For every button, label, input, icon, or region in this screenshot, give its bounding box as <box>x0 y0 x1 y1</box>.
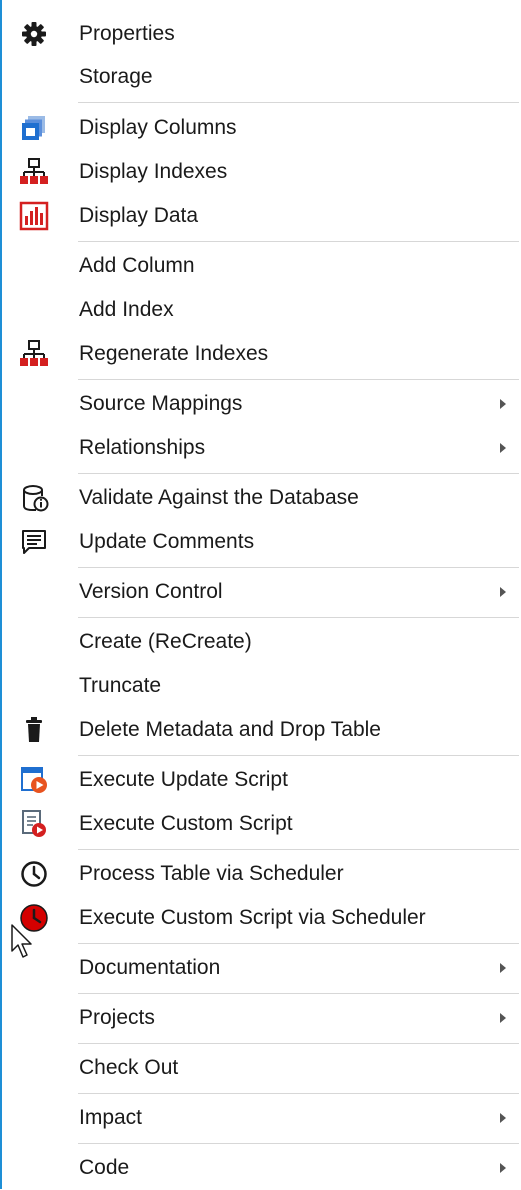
display-columns-icon <box>22 116 45 140</box>
submenu-arrow-icon <box>500 1013 506 1023</box>
menu-separator <box>78 1143 519 1144</box>
menu-item-validate-against-database[interactable]: Validate Against the Database <box>2 476 521 520</box>
menu-item-create-recreate[interactable]: Create (ReCreate) <box>2 620 521 664</box>
menu-item-label: Regenerate Indexes <box>79 342 269 365</box>
menu-item-label: Execute Update Script <box>79 768 288 791</box>
menu-separator <box>78 379 519 380</box>
menu-item-label: Version Control <box>79 580 223 603</box>
submenu-arrow-icon <box>500 399 506 409</box>
menu-item-display-data[interactable]: Display Data <box>2 194 521 238</box>
menu-separator <box>78 1093 519 1094</box>
menu-item-add-column[interactable]: Add Column <box>2 244 521 288</box>
menu-item-label: Add Index <box>79 298 174 321</box>
menu-item-label: Delete Metadata and Drop Table <box>79 718 381 741</box>
menu-item-label: Add Column <box>79 254 195 277</box>
menu-item-label: Relationships <box>79 436 206 459</box>
context-menu: Properties Storage Display Columns Displ… <box>0 0 521 1189</box>
menu-item-label: Storage <box>79 65 153 88</box>
menu-item-regenerate-indexes[interactable]: Regenerate Indexes <box>2 332 521 376</box>
menu-item-impact[interactable]: Impact <box>2 1096 521 1140</box>
menu-item-code[interactable]: Code <box>2 1146 521 1190</box>
submenu-arrow-icon <box>500 587 506 597</box>
menu-item-properties[interactable]: Properties <box>2 12 521 56</box>
menu-item-truncate[interactable]: Truncate <box>2 664 521 708</box>
menu-separator <box>78 755 519 756</box>
menu-item-label: Truncate <box>79 674 162 697</box>
submenu-arrow-icon <box>500 443 506 453</box>
menu-item-label: Display Indexes <box>79 160 228 183</box>
comment-icon <box>22 530 46 554</box>
menu-item-process-table-via-scheduler[interactable]: Process Table via Scheduler <box>2 852 521 896</box>
menu-item-delete-metadata-drop-table[interactable]: Delete Metadata and Drop Table <box>2 708 521 752</box>
menu-separator <box>78 943 519 944</box>
menu-item-label: Update Comments <box>79 530 255 553</box>
menu-item-display-columns[interactable]: Display Columns <box>2 106 521 150</box>
indexes-hierarchy-icon <box>20 340 48 366</box>
menu-item-label: Documentation <box>79 956 221 979</box>
submenu-arrow-icon <box>500 963 506 973</box>
menu-item-label: Create (ReCreate) <box>79 630 252 653</box>
menu-separator <box>78 241 519 242</box>
menu-separator <box>78 567 519 568</box>
menu-separator <box>78 473 519 474</box>
menu-item-label: Validate Against the Database <box>79 486 359 509</box>
menu-item-update-comments[interactable]: Update Comments <box>2 520 521 564</box>
database-validate-icon <box>23 485 49 512</box>
menu-item-storage[interactable]: Storage <box>2 55 521 99</box>
menu-item-label: Display Data <box>79 204 199 227</box>
menu-item-execute-update-script[interactable]: Execute Update Script <box>2 758 521 802</box>
mouse-pointer-icon <box>11 924 32 958</box>
menu-item-label: Source Mappings <box>79 392 243 415</box>
gear-icon <box>22 22 46 46</box>
menu-separator <box>78 617 519 618</box>
menu-item-execute-custom-script-via-scheduler[interactable]: Execute Custom Script via Scheduler <box>2 896 521 940</box>
menu-item-projects[interactable]: Projects <box>2 996 521 1040</box>
menu-item-check-out[interactable]: Check Out <box>2 1046 521 1090</box>
menu-item-relationships[interactable]: Relationships <box>2 426 521 470</box>
menu-separator <box>78 849 519 850</box>
menu-item-source-mappings[interactable]: Source Mappings <box>2 382 521 426</box>
menu-item-version-control[interactable]: Version Control <box>2 570 521 614</box>
menu-item-label: Check Out <box>79 1056 179 1079</box>
bar-data-icon <box>19 201 49 231</box>
menu-item-label: Execute Custom Script <box>79 812 293 835</box>
menu-item-label: Display Columns <box>79 116 237 139</box>
menu-item-label: Execute Custom Script via Scheduler <box>79 906 426 929</box>
indexes-hierarchy-icon <box>20 158 48 184</box>
menu-item-label: Process Table via Scheduler <box>79 862 344 885</box>
menu-item-label: Properties <box>79 22 175 45</box>
menu-separator <box>78 1043 519 1044</box>
submenu-arrow-icon <box>500 1113 506 1123</box>
menu-item-label: Projects <box>79 1006 155 1029</box>
execute-update-script-icon <box>21 767 47 793</box>
menu-item-documentation[interactable]: Documentation <box>2 946 521 990</box>
menu-separator <box>78 102 519 103</box>
menu-item-execute-custom-script[interactable]: Execute Custom Script <box>2 802 521 846</box>
menu-item-label: Impact <box>79 1106 143 1129</box>
submenu-arrow-icon <box>500 1163 506 1173</box>
menu-item-add-index[interactable]: Add Index <box>2 288 521 332</box>
menu-separator <box>78 993 519 994</box>
clock-icon <box>21 861 47 887</box>
menu-item-label: Code <box>79 1156 130 1179</box>
menu-item-display-indexes[interactable]: Display Indexes <box>2 150 521 194</box>
trash-icon <box>26 717 42 742</box>
execute-custom-script-icon <box>22 810 46 837</box>
